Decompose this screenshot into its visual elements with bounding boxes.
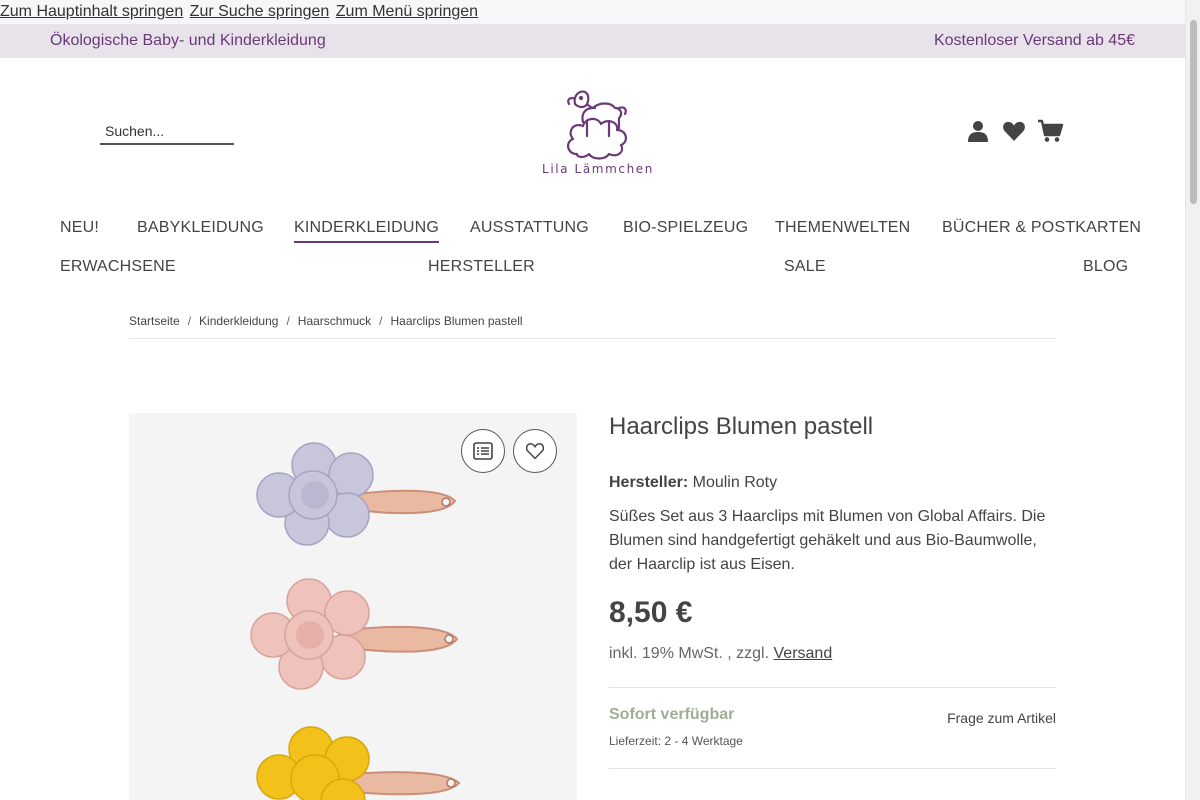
- user-icon[interactable]: [966, 119, 990, 143]
- header-actions: [966, 119, 1064, 145]
- product-image: [250, 442, 461, 800]
- skip-to-main-link[interactable]: Zum Hauptinhalt springen: [0, 3, 183, 20]
- skip-links-bar: Zum Hauptinhalt springen Zur Suche sprin…: [0, 0, 1185, 24]
- product-title: Haarclips Blumen pastell: [609, 413, 874, 440]
- tax-text: inkl. 19% MwSt. , zzgl.: [609, 645, 774, 662]
- breadcrumb-kinderkleidung[interactable]: Kinderkleidung: [199, 314, 278, 328]
- tagline: Ökologische Baby- und Kinderkleidung: [50, 32, 326, 49]
- compare-button[interactable]: [461, 429, 505, 473]
- hair-clip-yellow: [256, 726, 461, 800]
- cart-icon[interactable]: [1038, 119, 1064, 143]
- product-manufacturer: Hersteller: Moulin Roty: [609, 471, 1056, 495]
- breadcrumb-separator: /: [286, 314, 290, 328]
- product-info: Haarclips Blumen pastell Hersteller: Mou…: [609, 410, 1056, 769]
- nav-item-sale[interactable]: SALE: [784, 258, 826, 276]
- nav-item-themenwelten[interactable]: THEMENWELTEN: [775, 219, 910, 237]
- ask-question-link[interactable]: Frage zum Artikel: [947, 710, 1056, 726]
- nav-item-bio-spielzeug[interactable]: BIO-SPIELZEUG: [623, 219, 748, 237]
- product-image-gallery[interactable]: [129, 413, 577, 800]
- scrollbar-thumb[interactable]: [1190, 20, 1197, 204]
- nav-item-blog[interactable]: BLOG: [1083, 258, 1128, 276]
- breadcrumb-separator: /: [187, 314, 192, 328]
- heart-icon[interactable]: [1002, 119, 1026, 143]
- nav-item-hersteller[interactable]: HERSTELLER: [428, 258, 535, 276]
- lamb-cloud-logo-icon: [567, 90, 627, 160]
- search-input[interactable]: [100, 120, 234, 142]
- nav-item-erwachsene[interactable]: ERWACHSENE: [60, 258, 176, 276]
- search-field[interactable]: [100, 120, 234, 145]
- manufacturer-label: Hersteller:: [609, 474, 689, 491]
- list-icon: [473, 442, 493, 460]
- wishlist-button[interactable]: [513, 429, 557, 473]
- product-description: Süßes Set aus 3 Haarclips mit Blumen von…: [609, 508, 1046, 573]
- heart-outline-icon: [525, 443, 545, 460]
- free-shipping-notice: Kostenloser Versand ab 45€: [933, 32, 1135, 49]
- nav-item-kinderkleidung[interactable]: KINDERKLEIDUNG: [294, 219, 440, 243]
- product-price: 8,50 €: [609, 596, 693, 629]
- skip-to-menu-link[interactable]: Zum Menü springen: [336, 3, 478, 20]
- nav-row-1: NEU! BABYKLEIDUNG KINDERKLEIDUNG AUSSTAT…: [60, 214, 1141, 253]
- nav-item-babykleidung[interactable]: BABYKLEIDUNG: [137, 219, 264, 237]
- page-scrollbar[interactable]: [1185, 0, 1200, 800]
- hair-clip-pink: [250, 578, 459, 690]
- main-navigation: NEU! BABYKLEIDUNG KINDERKLEIDUNG AUSSTAT…: [60, 214, 1141, 292]
- breadcrumb: Startseite / Kinderkleidung / Haarschmuck / Ha…: [129, 314, 1056, 339]
- breadcrumb-haarschmuck[interactable]: Haarschmuck: [298, 314, 371, 328]
- brand-name: Lila Lämmchen: [542, 162, 654, 176]
- availability-status: Sofort verfügbar: [609, 706, 735, 723]
- shipping-link[interactable]: Versand: [774, 645, 833, 662]
- nav-item-buecher-postkarten[interactable]: BÜCHER & POSTKARTEN: [942, 219, 1141, 237]
- delivery-time: Lieferzeit: 2 - 4 Werktage: [609, 734, 743, 748]
- divider: [609, 768, 1056, 769]
- breadcrumb-current: Haarclips Blumen pastell: [390, 314, 523, 328]
- top-info-bar: Ökologische Baby- und Kinderkleidung Kos…: [0, 24, 1185, 58]
- tax-notice: inkl. 19% MwSt. , zzgl. Versand: [609, 645, 1056, 663]
- availability-row: Sofort verfügbar Lieferzeit: 2 - 4 Werkt…: [609, 688, 1056, 768]
- site-logo[interactable]: Lila Lämmchen: [540, 84, 656, 182]
- nav-row-2: ERWACHSENE HERSTELLER SALE BLOG: [60, 253, 1128, 292]
- manufacturer-name: Moulin Roty: [692, 474, 778, 491]
- breadcrumb-separator: /: [379, 314, 383, 328]
- skip-to-search-link[interactable]: Zur Suche springen: [190, 3, 330, 20]
- nav-item-neu[interactable]: NEU!: [60, 219, 99, 237]
- hair-clip-lilac: [256, 442, 457, 546]
- breadcrumb-startseite[interactable]: Startseite: [129, 314, 180, 328]
- nav-item-ausstattung[interactable]: AUSSTATTUNG: [470, 219, 589, 237]
